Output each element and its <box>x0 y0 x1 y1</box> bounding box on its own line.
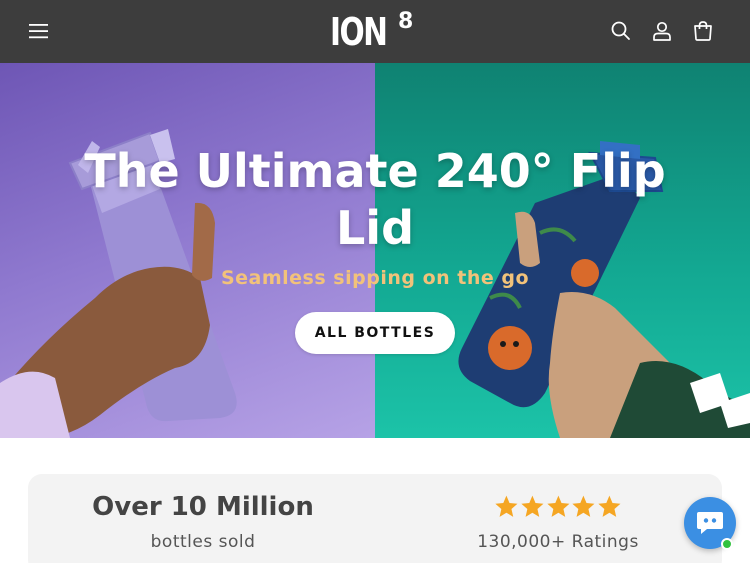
bottles-sold-headline: Over 10 Million <box>92 492 314 522</box>
cart-button[interactable] <box>688 16 718 46</box>
hamburger-menu-icon <box>29 24 48 39</box>
star-icon <box>572 495 595 517</box>
online-status-indicator <box>721 538 733 550</box>
stats-panel: Over 10 Million bottles sold 130,000+ Ra… <box>28 474 722 563</box>
star-icon <box>546 495 570 517</box>
ratings-caption: 130,000+ Ratings <box>477 532 639 552</box>
brand-logo[interactable]: ION 8 <box>330 9 422 55</box>
hero-title: The Ultimate 240° Flip Lid <box>84 144 666 255</box>
hero-subtitle: Seamless sipping on the go <box>220 267 530 289</box>
site-header: ION 8 <box>0 0 750 63</box>
all-bottles-button[interactable]: ALL BOTTLES <box>295 312 455 354</box>
star-icon <box>521 495 544 517</box>
cart-icon <box>694 21 712 41</box>
logo-text: ION <box>330 10 388 54</box>
rating-stars <box>494 494 622 522</box>
account-button[interactable] <box>647 16 677 46</box>
menu-button[interactable] <box>24 16 54 46</box>
user-icon <box>653 21 671 41</box>
star-icon <box>495 495 518 517</box>
bottles-sold-caption: bottles sold <box>150 532 256 552</box>
search-icon <box>611 21 630 40</box>
star-icon <box>598 495 621 517</box>
hero-banner: The Ultimate 240° Flip Lid Seamless sipp… <box>0 63 750 438</box>
search-button[interactable] <box>606 16 636 46</box>
chat-bubble-icon <box>697 512 723 534</box>
logo-superscript: 8 <box>398 9 414 34</box>
